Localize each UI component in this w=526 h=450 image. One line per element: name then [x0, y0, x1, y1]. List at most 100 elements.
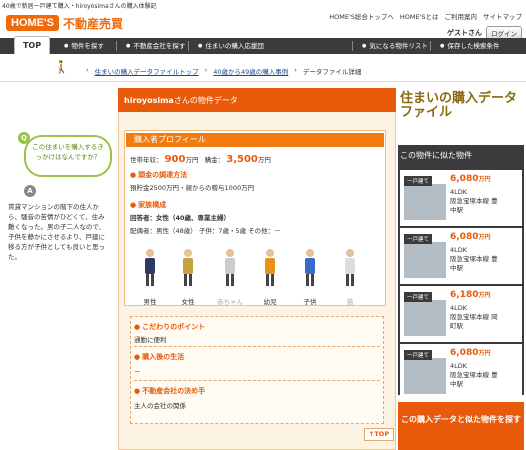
property-price: 6,180万円: [450, 290, 491, 300]
nav-item-saved-search[interactable]: 保存した検索条件: [432, 38, 499, 54]
nav-divider: [116, 41, 117, 51]
header-link-guide[interactable]: ご利用案内: [445, 11, 478, 21]
nav-tab-top[interactable]: TOP: [14, 36, 50, 54]
card-header-suffix: さんの物件データ: [173, 96, 238, 105]
family-figure-icon: [262, 248, 278, 288]
family-buyer: 回答者：女性（40歳、専業主婦）: [130, 214, 231, 222]
answer-text: 賃貸マンションの階下の住人から、騒音の苦情がひどくて、住み難くなった。男の子二人…: [8, 203, 106, 261]
point-heading: こだわりのポイント: [134, 322, 205, 332]
breadcrumb-link-datafile[interactable]: 住まいの購入データファイルトップ: [95, 66, 199, 76]
divider: [134, 380, 380, 381]
family-figure-label: 赤ちゃん: [217, 298, 243, 306]
property-layout: 4LDK: [450, 362, 468, 370]
family-figure-icon: [342, 248, 358, 288]
property-photo[interactable]: [404, 358, 446, 394]
property-photo[interactable]: [404, 184, 446, 220]
price-label: 購金: [204, 156, 218, 164]
property-layout: 4LDK: [450, 246, 468, 254]
breadcrumb-link-age[interactable]: 40歳から49歳の購入事例: [213, 66, 288, 76]
logo[interactable]: HOME'S 不動産売買: [6, 12, 123, 34]
income-value: 900: [164, 154, 186, 165]
family-figure-label: 猫: [346, 298, 354, 306]
price-unit: 万円: [257, 156, 271, 164]
back-to-top-button[interactable]: ↑TOP: [364, 428, 394, 441]
decision-heading: 不動産会社の決め手: [134, 386, 205, 396]
property-photo[interactable]: [404, 300, 446, 336]
property-line: 阪急宝塚本線 豊: [450, 371, 498, 379]
logo-brand: HOME'S: [6, 15, 59, 31]
question-badge: Q: [18, 132, 30, 144]
income-unit: 万円: [185, 156, 199, 164]
nav-item-favorites[interactable]: 気になる物件リスト: [354, 38, 428, 54]
question-bubble: この住まいを購入するきっかけはなんですか？: [24, 135, 112, 177]
nav-divider: [352, 41, 353, 51]
nav-item-search-company[interactable]: 不動産会社を探す: [118, 38, 185, 54]
breadcrumb-current: データファイル詳細: [302, 68, 362, 76]
family-members: 配偶者：男性（48歳） 子供：7歳・5歳 その他：－: [130, 227, 281, 235]
property-line: 阪急宝塚本線 豊: [450, 255, 498, 263]
property-line: 阪急宝塚本線 豊: [450, 197, 498, 205]
family-figure-label: 男性: [143, 298, 157, 306]
datafile-title-art: 住まいの購入データファイル: [400, 91, 518, 120]
property-station: 町駅: [450, 322, 463, 330]
life-text: －: [134, 368, 141, 376]
similar-property-item[interactable]: 一戸建て 6,080万円 4LDK 阪急宝塚本線 豊中駅: [400, 170, 522, 226]
chevron-right-icon: ›: [86, 66, 89, 74]
nav-divider: [188, 41, 189, 51]
funding-text: 預貯金2500万円・親からの贈与1000万円: [130, 184, 255, 192]
nav-item-search-property[interactable]: 物件を探す: [56, 38, 104, 54]
logo-sub: 不動産売買: [62, 16, 123, 31]
header-link-about[interactable]: HOME'Sとは: [400, 11, 439, 21]
property-station: 中駅: [450, 206, 463, 214]
guest-name: ゲストさん: [447, 29, 482, 37]
chevron-right-icon: ›: [204, 66, 208, 74]
property-type-badge: 一戸建て: [404, 350, 433, 360]
family-figure-icon: [142, 248, 158, 288]
property-type-badge: 一戸建て: [404, 292, 433, 302]
answer-badge: A: [24, 185, 36, 197]
family-heading: 家族構成: [130, 200, 166, 210]
funding-heading: 頭金の調達方法: [130, 170, 187, 180]
family-figure-label: 子供: [303, 298, 317, 306]
find-similar-button[interactable]: この購入データと似た物件を探す: [398, 402, 524, 450]
walker-icon: 🚶: [54, 60, 69, 74]
header-links: HOME'S総合トップへ HOME'Sとは ご利用案内 サイトマップ: [329, 11, 522, 21]
family-figure-icon: [222, 248, 238, 288]
similar-property-item[interactable]: 一戸建て 6,080万円 4LDK 阪急宝塚本線 豊中駅: [400, 344, 522, 400]
card-header-title: hiroyosimaさんの物件データ: [124, 95, 238, 106]
breadcrumb: › 住まいの購入データファイルトップ › 40歳から49歳の購入事例 › データ…: [86, 66, 361, 76]
nav-item-support[interactable]: 住まいの購入応援団: [190, 38, 264, 54]
property-price: 6,080万円: [450, 232, 491, 242]
property-station: 中駅: [450, 264, 463, 272]
document-title: 40歳で新居一戸建て購入・hiroyosimaさんの購入体験記: [2, 3, 157, 10]
property-photo[interactable]: [404, 242, 446, 278]
chevron-right-icon: ›: [294, 66, 297, 74]
property-price: 6,080万円: [450, 348, 491, 358]
family-figure-icon: [302, 248, 318, 288]
profile-section-title: 購入者プロフィール: [126, 133, 384, 147]
decision-text: 主人の会社の関係: [134, 402, 186, 410]
similar-property-item[interactable]: 一戸建て 6,180万円 4LDK 阪急宝塚本線 岡町駅: [400, 286, 522, 342]
property-line: 阪急宝塚本線 岡: [450, 313, 498, 321]
life-heading: 購入後の生活: [134, 352, 184, 362]
similar-properties-title: この物件に似た物件: [400, 151, 472, 160]
owner-name: hiroyosima: [124, 96, 174, 105]
income-stats: 世帯年収： 900万円 購金： 3,500万円: [130, 154, 271, 165]
similar-property-item[interactable]: 一戸建て 6,080万円 4LDK 阪急宝塚本線 豊中駅: [400, 228, 522, 284]
income-label: 世帯年収: [130, 156, 156, 164]
property-station: 中駅: [450, 380, 463, 388]
family-figure-label: 女性: [181, 298, 195, 306]
property-layout: 4LDK: [450, 188, 468, 196]
header-link-top[interactable]: HOME'S総合トップへ: [329, 11, 394, 21]
property-price: 6,080万円: [450, 174, 491, 184]
property-layout: 4LDK: [450, 304, 468, 312]
family-figure-icon: [180, 248, 196, 288]
divider: [134, 346, 380, 347]
header-link-sitemap[interactable]: サイトマップ: [483, 11, 522, 21]
price-value: 3,500: [226, 154, 258, 165]
family-figure-label: 幼児: [263, 298, 277, 306]
point-text: 通勤に便利: [134, 336, 167, 344]
property-type-badge: 一戸建て: [404, 234, 433, 244]
nav-divider: [430, 41, 431, 51]
back-to-top-label: TOP: [374, 430, 390, 438]
